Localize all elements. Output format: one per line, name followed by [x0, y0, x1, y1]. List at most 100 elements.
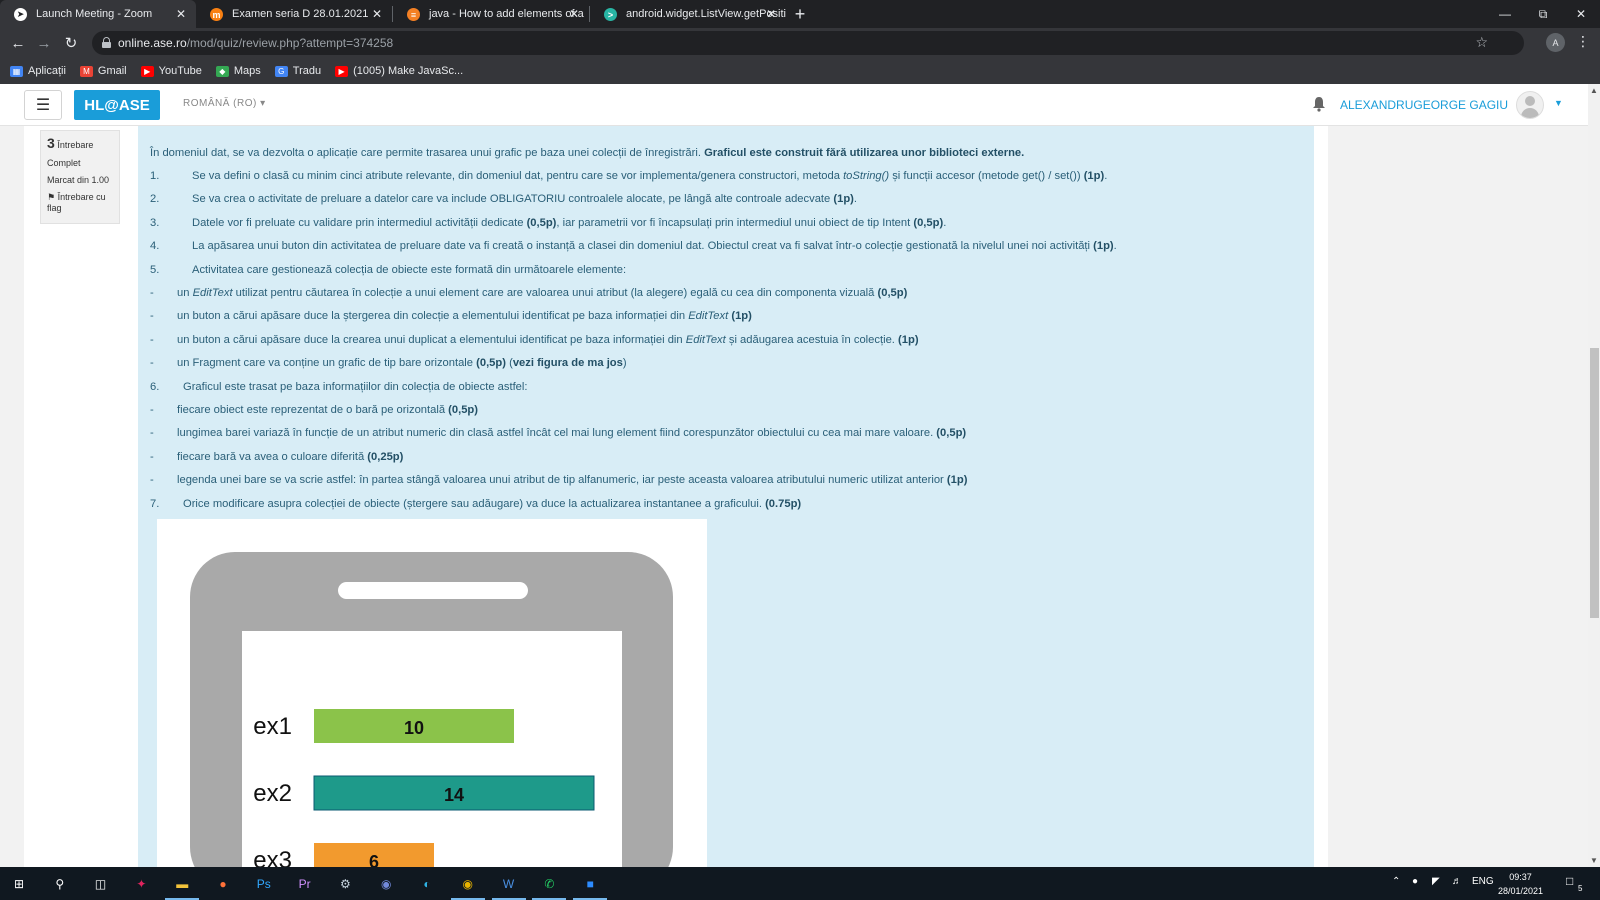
scroll-up-arrow-icon[interactable]: ▲ — [1590, 86, 1598, 95]
tab-title: Examen seria D 28.01.2021 — [232, 8, 369, 20]
back-button[interactable]: ← — [8, 33, 28, 53]
windows-taskbar: ⊞ ⚲ ◫ ✦ ▬ ● Ps Pr ⚙ ◉ ◐ ◉ W ✆ ■ ⌃ ● ◤ ♬ ENG 09:37 28/0… — [0, 867, 1600, 900]
code-icon: > — [604, 8, 617, 21]
question-intro: În domeniul dat, se va dezvolta o aplica… — [150, 147, 1025, 159]
forward-button[interactable]: → — [34, 33, 54, 53]
whatsapp-icon[interactable]: ✆ — [538, 873, 560, 895]
tray-chevron-icon[interactable]: ⌃ — [1392, 876, 1400, 887]
new-tab-button[interactable]: + — [786, 0, 814, 28]
question-state: Complet — [47, 158, 81, 168]
figure-bar-label: ex2 — [253, 780, 292, 807]
site-brand[interactable]: HL@ASE — [74, 90, 160, 120]
zoom-icon: ➤ — [14, 8, 27, 21]
bookmark-label: Gmail — [97, 65, 127, 77]
user-avatar[interactable] — [1516, 91, 1544, 119]
figure-bar-label: ex1 — [253, 713, 292, 740]
restore-button[interactable]: ⧉ — [1524, 0, 1562, 28]
question-mark: Marcat din 1.00 — [47, 175, 110, 185]
close-window-button[interactable]: ✕ — [1562, 0, 1600, 28]
browser-menu-icon[interactable]: ⋮ — [1576, 33, 1590, 50]
item-text: fiecare obiect este reprezentat de o bar… — [177, 404, 478, 416]
flag-question-link[interactable]: ⚑ Întrebare cu flag — [47, 192, 113, 213]
language-selector[interactable]: ROMÂNĂ (RO) ▾ — [183, 98, 266, 109]
zoom-icon[interactable]: ■ — [579, 873, 601, 895]
discord-icon[interactable]: ◉ — [375, 873, 397, 895]
file-explorer-icon[interactable]: ▬ — [171, 873, 193, 895]
hamburger-menu-icon[interactable]: ☰ — [24, 90, 62, 120]
moodle-icon: m — [210, 8, 223, 21]
scroll-down-arrow-icon[interactable]: ▼ — [1590, 856, 1598, 865]
action-center-icon[interactable]: □ — [1566, 874, 1573, 888]
item-marker: - — [150, 474, 154, 487]
stackoverflow-icon: ≡ — [407, 8, 420, 21]
phone-screen — [242, 631, 622, 867]
firefox-icon[interactable]: ● — [212, 873, 234, 895]
close-tab-icon[interactable]: ✕ — [176, 7, 186, 21]
item-text: lungimea barei variază în funcție de un … — [177, 427, 967, 440]
bookmark-item[interactable]: ▶ YouTube — [140, 65, 202, 77]
photoshop-icon[interactable]: Ps — [253, 873, 275, 895]
windows-start-icon[interactable]: ⊞ — [8, 873, 30, 895]
figure-bar-value: 10 — [404, 718, 424, 738]
app-icon[interactable]: ✦ — [130, 873, 152, 895]
item-marker: 1. — [150, 170, 160, 182]
language-indicator[interactable]: ENG — [1472, 876, 1494, 887]
item-text: un buton a cărui apăsare duce la crearea… — [177, 333, 919, 346]
bookmark-item[interactable]: M Gmail — [79, 65, 127, 77]
minimize-button[interactable]: — — [1486, 0, 1524, 28]
profile-avatar[interactable]: A — [1546, 33, 1565, 52]
chrome-icon[interactable]: ◉ — [457, 873, 479, 895]
item-marker: - — [150, 427, 154, 440]
question-label: Întrebare — [57, 140, 94, 150]
word-icon[interactable]: W — [498, 873, 520, 895]
item-text: Se va defini o clasă cu minim cinci atri… — [192, 170, 1108, 182]
browser-tab[interactable]: ➤ Launch Meeting - Zoom ✕ — [0, 0, 196, 28]
item-marker: 5. — [150, 263, 160, 276]
system-clock[interactable]: 09:37 28/01/2021 — [1498, 870, 1543, 898]
steam-icon[interactable]: ⚙ — [334, 873, 356, 895]
bookmark-item[interactable]: ▶ (1005) Make JavaSc... — [335, 65, 463, 77]
reload-button[interactable]: ↻ — [61, 33, 81, 53]
microphone-icon[interactable]: ● — [1412, 876, 1418, 887]
item-text: un Fragment care va conține un grafic de… — [177, 357, 627, 370]
figure-bar-value: 14 — [444, 785, 464, 805]
bookmark-item[interactable]: ◆ Maps — [215, 65, 261, 77]
user-name[interactable]: ALEXANDRUGEORGE GAGIU — [1340, 98, 1508, 112]
item-text: Se va crea o activitate de preluare a da… — [192, 193, 857, 206]
example-figure: ex1 10 ex2 14 ex3 6 — [157, 519, 707, 867]
item-text: Datele vor fi preluate cu validare prin … — [192, 216, 947, 229]
bookmark-label: Tradu — [292, 65, 322, 77]
bookmark-item[interactable]: G Tradu — [274, 65, 322, 77]
item-marker: - — [150, 333, 154, 346]
task-view-icon[interactable]: ◫ — [90, 873, 112, 895]
address-bar[interactable]: online.ase.ro/mod/quiz/review.php?attemp… — [92, 31, 1524, 55]
user-menu-caret-icon[interactable]: ▼ — [1554, 98, 1563, 108]
item-marker: 2. — [150, 193, 160, 206]
bookmark-item[interactable]: ▦ Aplicații — [10, 65, 66, 77]
close-tab-icon[interactable]: ✕ — [766, 7, 776, 21]
figure-bar-label: ex3 — [253, 847, 292, 867]
volume-icon[interactable]: ♬ — [1452, 876, 1462, 887]
edge-icon[interactable]: ◐ — [416, 873, 438, 895]
item-marker: - — [150, 357, 154, 370]
browser-tab[interactable]: > android.widget.ListView.getPositi ✕ — [590, 0, 786, 28]
premiere-icon[interactable]: Pr — [294, 873, 316, 895]
search-icon[interactable]: ⚲ — [49, 873, 71, 895]
gmail-icon: M — [79, 65, 93, 77]
tab-title: android.widget.ListView.getPositi — [626, 8, 786, 20]
close-tab-icon[interactable]: ✕ — [372, 7, 382, 21]
notification-bell-icon[interactable] — [1312, 96, 1326, 112]
close-tab-icon[interactable]: ✕ — [569, 7, 579, 21]
browser-tab[interactable]: ≡ java - How to add elements of a ✕ — [393, 0, 589, 28]
item-marker: 4. — [150, 240, 160, 253]
browser-tab[interactable]: m Examen seria D 28.01.2021 ✕ — [196, 0, 392, 28]
scrollbar-thumb[interactable] — [1590, 348, 1599, 618]
tab-title: Launch Meeting - Zoom — [36, 8, 153, 20]
tab-title: java - How to add elements of a — [429, 8, 584, 20]
bookmark-star-icon[interactable]: ☆ — [1475, 34, 1488, 51]
item-text: Activitatea care gestionează colecția de… — [192, 263, 627, 276]
bookmark-label: YouTube — [158, 65, 202, 77]
bookmark-label: Aplicații — [28, 65, 66, 77]
network-icon[interactable]: ◤ — [1432, 876, 1440, 887]
item-marker: 7. — [150, 497, 160, 510]
